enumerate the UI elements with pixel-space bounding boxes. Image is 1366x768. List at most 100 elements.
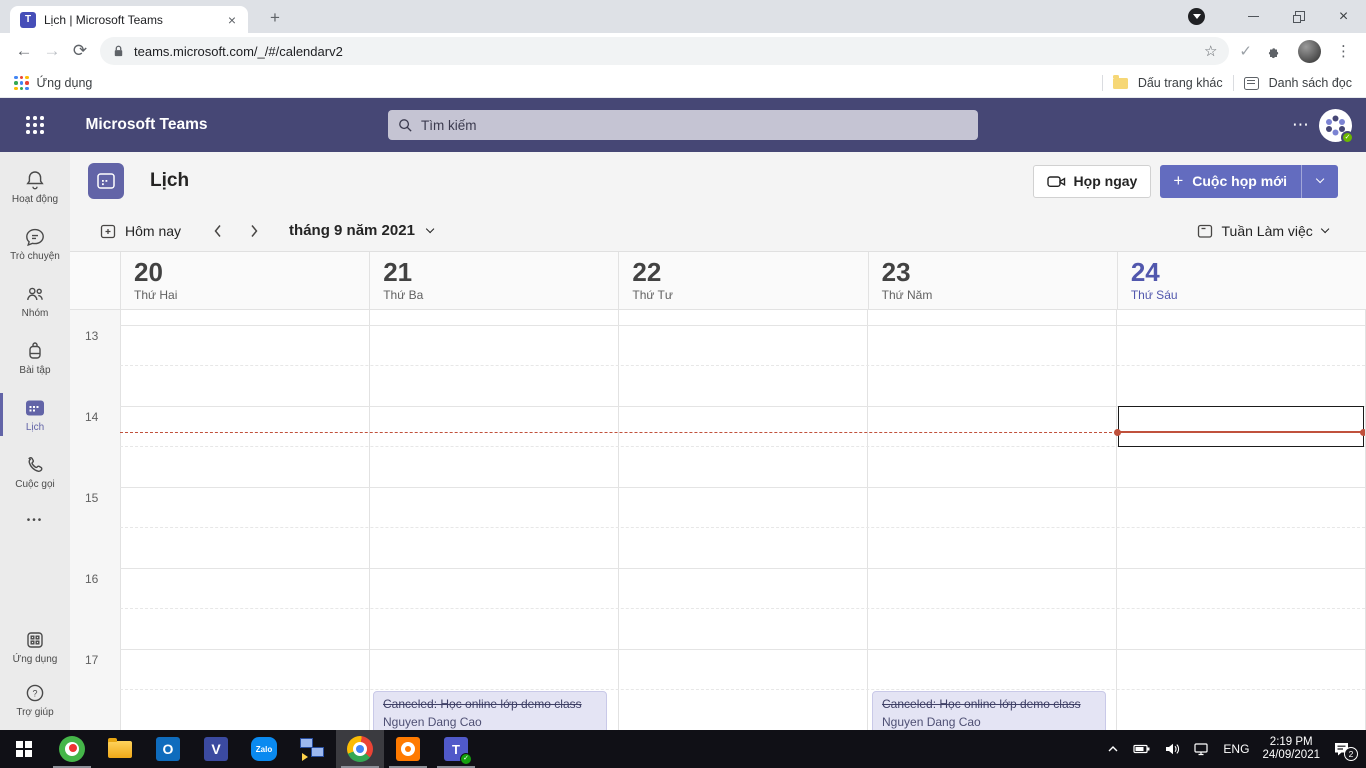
sidebar-item-calendar[interactable]: Lịch [0,386,70,443]
day-header-22[interactable]: 22 Thứ Tư [618,252,867,309]
sidebar-label: Bài tập [19,365,50,376]
calendar-icon [24,397,46,419]
taskbar-coccoc[interactable] [48,730,96,768]
taskbar-zalo[interactable]: Zalo [240,730,288,768]
extensions-puzzle-icon[interactable] [1267,43,1283,60]
forward-button[interactable]: → [38,41,66,61]
sidebar-label: Trợ giúp [16,707,53,718]
sidebar-label: Ứng dụng [13,654,58,665]
hour-label: 15 [85,491,98,505]
taskbar-teams[interactable]: T✓ [432,730,480,768]
search-icon [398,118,413,133]
reload-button[interactable]: ⟳ [66,41,94,61]
prev-week-icon[interactable] [213,223,223,239]
browser-menu-icon[interactable]: ⋮ [1336,42,1352,60]
today-button[interactable]: Hôm nay [100,223,181,239]
view-selector[interactable]: Tuần Làm việc [1197,223,1329,239]
network-icon[interactable] [1193,742,1210,756]
sidebar-item-assignments[interactable]: Bài tập [0,329,70,386]
windows-taskbar: O V Zalo T✓ ENG 2:19 PM 24/09/2021 2 [0,730,1366,768]
sidebar-item-help[interactable]: ? Trợ giúp [0,673,70,726]
search-input[interactable] [421,118,968,133]
browser-update-icon[interactable] [1188,8,1205,25]
taskbar-outlook[interactable]: O [144,730,192,768]
battery-icon[interactable] [1133,742,1151,756]
hour-label: 14 [85,410,98,424]
day-header-24-today[interactable]: 24 Thứ Sáu [1117,252,1366,309]
minimize-button[interactable] [1231,0,1276,33]
taskbar-file-explorer[interactable] [96,730,144,768]
event-canceled-demo-class-thu[interactable]: Canceled: Học online lớp demo class Nguy… [872,691,1106,730]
hour-label: 16 [85,572,98,586]
foxit-pdf-icon [396,737,420,761]
day-column-21[interactable] [369,310,618,730]
file-explorer-icon [108,741,132,758]
reading-list-label[interactable]: Danh sách đọc [1269,76,1352,90]
clock[interactable]: 2:19 PM 24/09/2021 [1262,736,1320,763]
teams-more-options-icon[interactable]: ⋯ [1292,115,1310,135]
sidebar-more-icon[interactable]: ••• [0,500,70,540]
month-picker[interactable]: tháng 9 năm 2021 [289,222,433,239]
month-label: tháng 9 năm 2021 [289,222,415,239]
address-bar[interactable]: ☆ [100,37,1229,65]
day-header-20[interactable]: 20 Thứ Hai [120,252,369,309]
apps-bookmark-label[interactable]: Ứng dụng [37,76,93,90]
speaker-icon[interactable] [1164,742,1180,756]
day-header-21[interactable]: 21 Thứ Ba [369,252,618,309]
day-header-23[interactable]: 23 Thứ Năm [868,252,1117,309]
url-input[interactable] [134,44,1204,59]
bookmarks-bar: Ứng dụng Dấu trang khác Danh sách đọc [0,69,1366,98]
restore-button[interactable] [1276,0,1321,33]
language-indicator[interactable]: ENG [1223,742,1249,756]
day-column-22[interactable] [618,310,867,730]
people-icon [24,283,46,305]
bookmark-star-icon[interactable]: ☆ [1204,42,1217,60]
other-bookmarks-folder-icon [1113,78,1128,89]
browser-titlebar: T Lịch | Microsoft Teams × + × [0,0,1366,33]
taskbar-visio[interactable]: V [192,730,240,768]
outlook-icon: O [156,737,180,761]
day-column-20[interactable] [120,310,369,730]
sidebar-item-apps[interactable]: Ứng dụng [0,620,70,673]
day-column-23[interactable] [867,310,1116,730]
apps-grid-icon[interactable] [14,76,29,91]
start-button[interactable] [0,730,48,768]
browser-profile-avatar[interactable] [1298,40,1321,63]
teams-search-box[interactable] [388,110,978,140]
teams-sidebar: Hoạt động Trò chuyện Nhóm Bài tập Lịch C… [0,152,70,730]
taskbar-chrome[interactable] [336,730,384,768]
sidebar-item-calls[interactable]: Cuộc gọi [0,443,70,500]
taskbar-remote-desktop[interactable] [288,730,336,768]
calendar-app-icon [88,163,124,199]
sidebar-item-teams[interactable]: Nhóm [0,272,70,329]
notification-badge: 2 [1344,747,1358,761]
other-bookmarks-label[interactable]: Dấu trang khác [1138,76,1223,90]
action-center-button[interactable]: 2 [1333,741,1356,757]
selected-time-slot[interactable] [1118,406,1364,447]
back-button[interactable]: ← [10,41,38,61]
new-meeting-button[interactable]: + Cuộc họp mới [1160,165,1338,198]
close-button[interactable]: × [1321,0,1366,33]
extension-check-icon[interactable]: ✓ [1239,42,1252,60]
meet-now-label: Họp ngay [1074,173,1138,189]
current-time-line-dashed [120,432,1117,433]
day-column-24[interactable] [1116,310,1365,730]
new-meeting-dropdown[interactable] [1302,179,1338,182]
next-week-icon[interactable] [249,223,259,239]
sidebar-item-chat[interactable]: Trò chuyện [0,215,70,272]
svg-text:?: ? [32,688,37,698]
sidebar-item-activity[interactable]: Hoạt động [0,158,70,215]
taskbar-foxit[interactable] [384,730,432,768]
browser-tab[interactable]: T Lịch | Microsoft Teams × [10,6,248,33]
event-canceled-demo-class-tue[interactable]: Canceled: Học online lớp demo class Nguy… [373,691,607,730]
divider [1102,75,1103,91]
teams-user-avatar[interactable]: ✓ [1319,109,1352,142]
calendar-grid[interactable]: 13 14 15 16 17 Canceled: Học online lớp … [70,310,1366,730]
presence-available-icon: ✓ [1341,131,1354,144]
meet-now-button[interactable]: Họp ngay [1033,165,1152,198]
tab-close-icon[interactable]: × [224,12,240,28]
waffle-icon[interactable] [26,116,44,134]
new-tab-button[interactable]: + [262,5,288,31]
show-hidden-icons-chevron[interactable] [1106,743,1120,755]
window-controls: × [1188,0,1366,33]
